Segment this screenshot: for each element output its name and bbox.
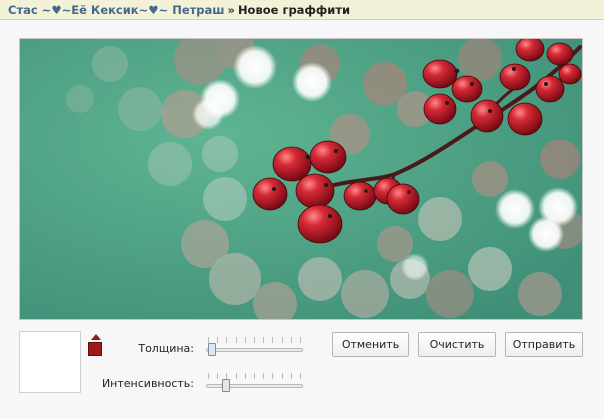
clear-button[interactable]: Очистить <box>418 332 496 357</box>
slider-ticks <box>206 337 303 344</box>
breadcrumb-user-link[interactable]: Стас ~♥~Её Кексик~♥~ Петраш <box>8 3 225 17</box>
thickness-label: Толщина: <box>138 342 194 355</box>
triangle-up-icon[interactable] <box>91 334 101 340</box>
intensity-slider[interactable] <box>206 373 303 393</box>
header-bar: Стас ~♥~Её Кексик~♥~ Петраш» Новое граффи… <box>0 0 604 20</box>
slider-ticks <box>206 373 303 380</box>
slider-track <box>206 384 303 388</box>
intensity-slider-thumb[interactable] <box>222 379 230 392</box>
brush-color-swatch[interactable] <box>88 342 102 356</box>
slider-track <box>206 348 303 352</box>
intensity-label: Интенсивность: <box>101 377 194 390</box>
thickness-slider-thumb[interactable] <box>208 343 216 356</box>
graffiti-drawing <box>20 39 582 319</box>
send-button[interactable]: Отправить <box>505 332 583 357</box>
page-title: Новое граффити <box>237 3 351 17</box>
cancel-button[interactable]: Отменить <box>332 332 409 357</box>
thickness-slider[interactable] <box>206 337 303 357</box>
breadcrumb: Стас ~♥~Её Кексик~♥~ Петраш» Новое граффи… <box>8 3 350 17</box>
graffiti-canvas[interactable] <box>19 38 583 320</box>
brush-preview <box>19 331 81 393</box>
breadcrumb-separator: » <box>227 3 235 17</box>
